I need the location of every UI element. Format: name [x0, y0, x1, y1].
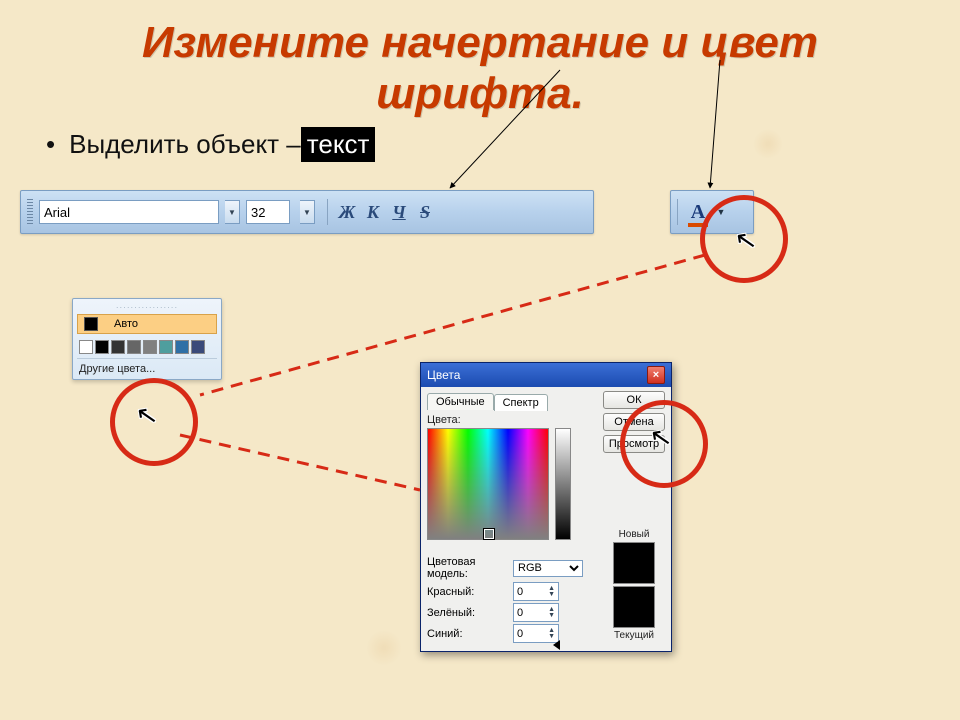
slide-title: Измените начертание и цвет шрифта. — [0, 0, 960, 123]
spinner-icon[interactable]: ▲▼ — [548, 586, 555, 598]
auto-color-label: Авто — [114, 318, 138, 330]
dialog-title: Цвета — [427, 368, 460, 382]
bullet-text: Выделить объект – — [69, 129, 301, 160]
color-swatch-grid — [77, 338, 217, 358]
color-swatch[interactable] — [175, 340, 189, 354]
dialog-titlebar[interactable]: Цвета × — [421, 363, 671, 387]
green-input[interactable]: 0▲▼ — [513, 603, 559, 622]
cancel-button[interactable]: Отмена — [603, 413, 665, 431]
new-label: Новый — [607, 529, 661, 540]
font-size-input[interactable]: 32 — [246, 200, 290, 224]
color-swatch[interactable] — [127, 340, 141, 354]
green-label: Зелёный: — [427, 607, 513, 619]
font-color-dropdown-icon[interactable]: ▼ — [714, 199, 728, 225]
underline-button[interactable]: Ч — [386, 202, 412, 223]
color-swatch[interactable] — [159, 340, 173, 354]
ok-button[interactable]: ОК — [603, 391, 665, 409]
brightness-slider[interactable] — [555, 428, 571, 540]
red-input[interactable]: 0▲▼ — [513, 582, 559, 601]
formatting-toolbar: Arial ▼ 32 ▼ Ж К Ч S — [20, 190, 594, 234]
color-swatch[interactable] — [143, 340, 157, 354]
strike-button[interactable]: S — [412, 202, 438, 223]
font-name-input[interactable]: Arial — [39, 200, 219, 224]
italic-button[interactable]: К — [360, 202, 386, 223]
bullet-line: • Выделить объект – текст — [0, 123, 960, 172]
separator — [327, 199, 328, 225]
popup-grip-icon[interactable]: ················· — [77, 303, 217, 312]
color-swatch[interactable] — [111, 340, 125, 354]
font-size-dropdown-icon[interactable]: ▼ — [300, 200, 315, 224]
color-preview: Новый Текущий — [607, 529, 661, 641]
color-popup: ················· Авто Другие цвета... — [72, 298, 222, 380]
color-field[interactable] — [427, 428, 549, 540]
colors-dialog: Цвета × Обычные Спектр ОК Отмена Просмот… — [420, 362, 672, 652]
blue-label: Синий: — [427, 628, 513, 640]
toolbar-grip-icon[interactable] — [27, 199, 33, 225]
font-name-dropdown-icon[interactable]: ▼ — [225, 200, 240, 224]
highlighted-word: текст — [301, 127, 376, 162]
font-color-icon[interactable]: A — [686, 201, 710, 224]
cursor-icon: ↖ — [133, 398, 160, 432]
tab-spectrum[interactable]: Спектр — [494, 394, 548, 411]
color-model-select[interactable]: RGB — [513, 560, 583, 577]
auto-color-swatch-icon — [84, 317, 98, 331]
color-swatch[interactable] — [191, 340, 205, 354]
current-label: Текущий — [607, 630, 661, 641]
auto-color-button[interactable]: Авто — [77, 314, 217, 334]
tab-standard[interactable]: Обычные — [427, 393, 494, 410]
spinner-icon[interactable]: ▲▼ — [548, 628, 555, 640]
color-model-label: Цветовая модель: — [427, 556, 513, 580]
more-colors-button[interactable]: Другие цвета... — [77, 358, 217, 375]
preview-swatch-new — [613, 542, 655, 584]
red-label: Красный: — [427, 586, 513, 598]
bold-button[interactable]: Ж — [334, 202, 360, 223]
preview-swatch-current — [613, 586, 655, 628]
spinner-icon[interactable]: ▲▼ — [548, 607, 555, 619]
close-icon[interactable]: × — [647, 366, 665, 384]
color-crosshair-icon[interactable] — [484, 529, 494, 539]
bullet-icon: • — [46, 129, 55, 160]
brightness-slider-handle-icon[interactable] — [553, 640, 560, 650]
preview-button[interactable]: Просмотр — [603, 435, 665, 453]
color-swatch[interactable] — [95, 340, 109, 354]
color-swatch[interactable] — [79, 340, 93, 354]
highlight-circle-icon — [110, 378, 198, 466]
font-color-button[interactable]: A ▼ — [670, 190, 754, 234]
separator — [677, 199, 678, 225]
